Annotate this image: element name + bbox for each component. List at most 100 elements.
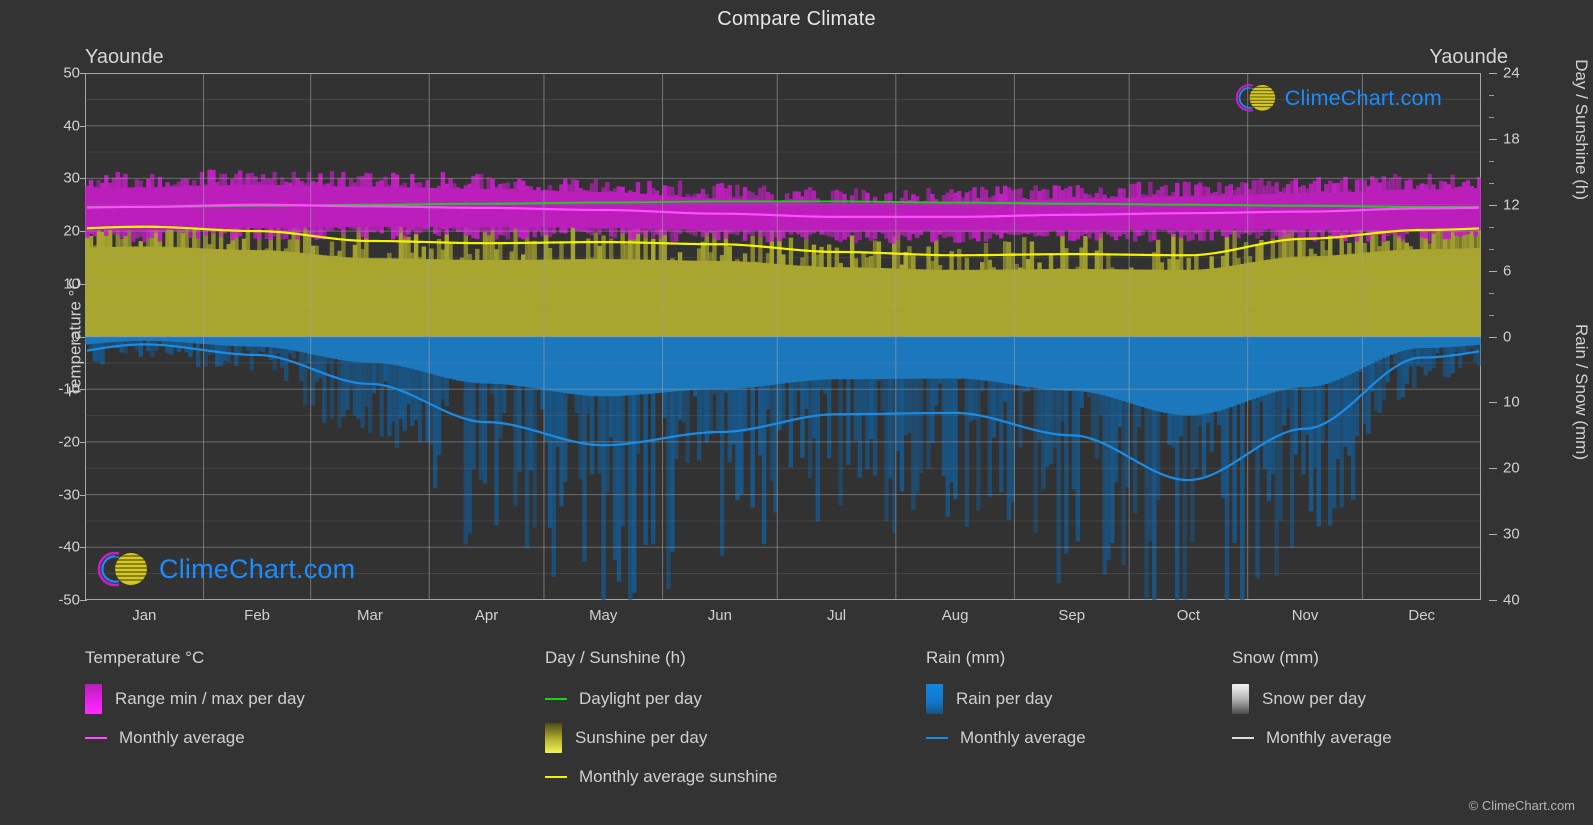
temperature-average-line-icon (85, 736, 107, 739)
right-axis-minor-tick (1489, 116, 1494, 118)
climate-chart-page: Compare Climate Yaounde Yaounde Temperat… (0, 0, 1593, 825)
chart-plot-area (85, 73, 1481, 600)
x-axis-tick-feb: Feb (244, 607, 271, 624)
left-axis-tick: 50 (63, 64, 80, 82)
legend-item-snow-average[interactable]: Monthly average (1232, 722, 1392, 753)
right-axis-tick-mm: 20 (1503, 459, 1520, 477)
snow-average-line-icon (1232, 736, 1254, 739)
legend-item-rain[interactable]: Rain per day (926, 683, 1086, 714)
left-axis-tick-mark (80, 600, 87, 601)
temperature-range-swatch-icon (85, 683, 102, 714)
right-axis-minor-tick (1489, 292, 1494, 294)
legend-label-rain: Rain per day (956, 688, 1053, 708)
right-axis-tick-hours: 6 (1503, 262, 1512, 280)
legend-heading-sunshine: Day / Sunshine (h) (545, 648, 686, 667)
left-axis-tick: 40 (63, 117, 80, 135)
legend-group-temperature: Temperature °C Range min / max per day M… (85, 648, 305, 761)
x-axis-tick-nov: Nov (1291, 607, 1319, 624)
left-axis-tick: 20 (63, 222, 80, 240)
right-axis-minor-tick (1489, 226, 1494, 228)
legend-label-daylight: Daylight per day (579, 688, 702, 708)
climechart-logo-icon (1235, 83, 1276, 113)
x-axis-tick-jan: Jan (132, 607, 157, 624)
legend-label-temp-average: Monthly average (119, 727, 245, 747)
x-axis-tick-oct: Oct (1176, 607, 1201, 624)
watermark-logo-bottom-left: ClimeChart.com (93, 548, 355, 590)
daylight-line-icon (545, 697, 567, 700)
right-axis-tick-mark (1489, 402, 1497, 404)
legend-label-rain-average: Monthly average (960, 727, 1086, 747)
right-axis-tick-hours: 0 (1503, 328, 1512, 345)
legend-label-sunshine-average: Monthly average sunshine (579, 766, 778, 786)
right-axis-minor-tick (1489, 160, 1494, 162)
chart-legend: Temperature °C Range min / max per day M… (0, 648, 1593, 808)
x-axis-tick-jul: Jul (826, 607, 847, 624)
right-axis-tick-mark (1489, 204, 1497, 206)
page-title: Compare Climate (717, 8, 876, 30)
climechart-logo-icon (97, 551, 147, 587)
legend-label-sunshine: Sunshine per day (575, 727, 708, 747)
right-axis-tick-mark (1489, 534, 1497, 536)
legend-item-sunshine[interactable]: Sunshine per day (545, 722, 777, 753)
x-axis-tick-sep: Sep (1058, 607, 1086, 624)
legend-label-snow-average: Monthly average (1266, 727, 1392, 747)
x-axis-tick-jun: Jun (707, 607, 732, 624)
watermark-text: ClimeChart.com (159, 553, 356, 584)
left-axis: Temperature °C 50 40 30 20 10 0 -10 -20 -30 -40 -5… (0, 65, 87, 609)
left-axis-tick: 0 (71, 328, 80, 345)
snow-swatch-icon (1232, 683, 1249, 714)
legend-group-sunshine: Day / Sunshine (h) Daylight per day Suns… (545, 648, 777, 800)
legend-item-snow[interactable]: Snow per day (1232, 683, 1392, 714)
right-axis-tick-hours: 12 (1503, 196, 1520, 214)
left-axis-tick: 30 (63, 169, 80, 187)
right-axis-tick-mark (1489, 600, 1497, 601)
legend-group-rain: Rain (mm) Rain per day Monthly average (926, 648, 1086, 761)
legend-group-snow: Snow (mm) Snow per day Monthly average (1232, 648, 1392, 761)
right-axis-tick-mark (1489, 336, 1497, 338)
right-axis-tick-mark (1489, 138, 1497, 140)
left-axis-tick: 10 (63, 275, 80, 293)
left-axis-tick: -20 (58, 433, 80, 451)
legend-heading-rain: Rain (mm) (926, 648, 1006, 667)
legend-item-rain-average[interactable]: Monthly average (926, 722, 1086, 753)
right-axis-tick-hours: 18 (1503, 130, 1520, 148)
x-axis-tick-dec: Dec (1408, 607, 1436, 624)
left-axis-tick: -30 (58, 486, 80, 504)
watermark-text: ClimeChart.com (1284, 85, 1442, 110)
right-axis-tick-mark (1489, 73, 1497, 74)
x-axis-tick-aug: Aug (941, 607, 969, 624)
right-axis-minor-tick (1489, 94, 1494, 96)
legend-heading-snow: Snow (mm) (1232, 648, 1319, 667)
legend-item-temp-range[interactable]: Range min / max per day (85, 683, 305, 714)
right-axis-tick-hours: 24 (1503, 64, 1520, 82)
right-axis-tick-mark (1489, 270, 1497, 272)
copyright-notice: © ClimeChart.com (1468, 798, 1575, 813)
left-axis-tick: -40 (58, 538, 80, 556)
city-label-right: Yaounde (1429, 46, 1508, 68)
left-axis-tick: -10 (58, 380, 80, 398)
right-axis-tick-mm: 10 (1503, 393, 1520, 411)
right-axis-tick-mm: 40 (1503, 591, 1520, 609)
x-axis-tick-may: May (589, 607, 618, 624)
watermark-logo-top-right: ClimeChart.com (1232, 81, 1442, 115)
right-axis-minor-tick (1489, 314, 1494, 316)
right-axis-title-top: Day / Sunshine (h) (1572, 59, 1591, 200)
legend-label-temp-range: Range min / max per day (115, 688, 305, 708)
rain-swatch-icon (926, 683, 943, 714)
rain-average-line-icon (926, 736, 948, 739)
right-axis: 24 18 12 6 0 10 20 30 40 (1489, 65, 1539, 609)
legend-item-daylight[interactable]: Daylight per day (545, 683, 777, 714)
sunshine-swatch-icon (545, 722, 562, 753)
legend-label-snow: Snow per day (1262, 688, 1366, 708)
right-axis-title-bottom: Rain / Snow (mm) (1572, 323, 1591, 460)
city-label-left: Yaounde (85, 46, 164, 68)
x-axis-tick-apr: Apr (474, 607, 499, 624)
right-axis-minor-tick (1489, 248, 1494, 250)
right-axis-tick-mm: 30 (1503, 525, 1520, 543)
legend-item-temp-average[interactable]: Monthly average (85, 722, 305, 753)
left-axis-tick: -50 (58, 591, 80, 609)
right-axis-minor-tick (1489, 182, 1494, 184)
legend-heading-temperature: Temperature °C (85, 648, 205, 667)
legend-item-sunshine-average[interactable]: Monthly average sunshine (545, 761, 777, 792)
sunshine-average-line-icon (545, 775, 567, 778)
